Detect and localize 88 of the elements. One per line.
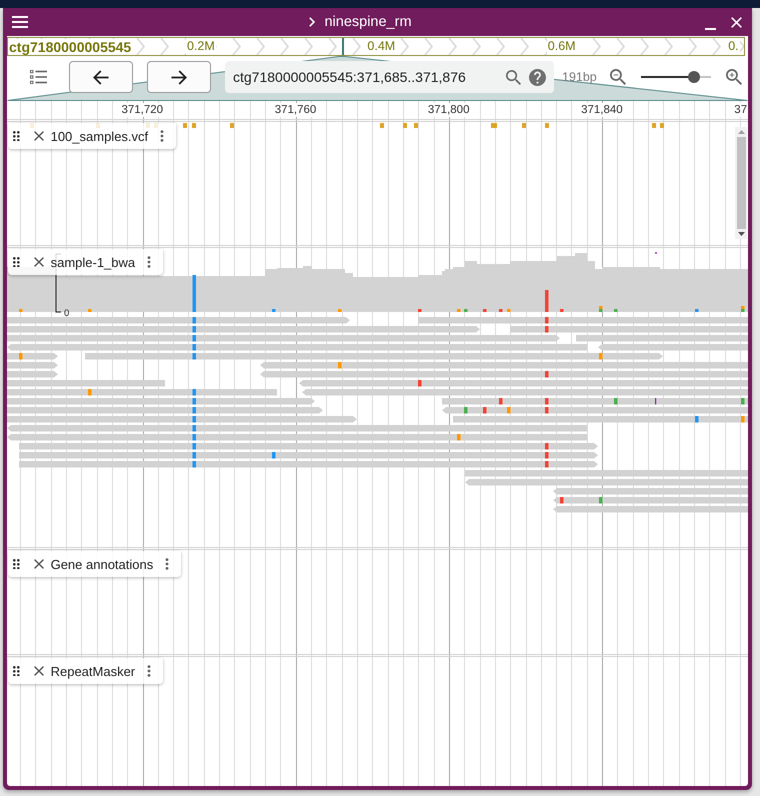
ruler-tick-label: 371,840: [581, 103, 623, 117]
track-name: 100_samples.vcf: [50, 128, 148, 144]
more-options-icon[interactable]: [160, 130, 164, 142]
mismatch-mark: [19, 353, 22, 360]
scale-tick-label: 0.6M: [546, 38, 577, 55]
more-options-icon[interactable]: [165, 558, 170, 570]
variant-marker: [491, 123, 497, 128]
mismatch-mark: [599, 497, 602, 504]
close-icon[interactable]: [34, 257, 44, 267]
track-name: RepeatMasker: [50, 664, 136, 678]
drag-handle-icon[interactable]: [13, 666, 20, 676]
drag-handle-icon[interactable]: [13, 256, 20, 268]
mismatch-mark: [457, 434, 460, 440]
chevron-right-icon[interactable]: [309, 17, 316, 27]
scale-label: 0: [64, 308, 70, 319]
mismatch-mark: [272, 452, 276, 458]
scroll-down-icon[interactable]: [738, 232, 744, 236]
variant-marker: [522, 123, 526, 128]
mismatch-mark: [483, 309, 486, 312]
help-icon[interactable]: [529, 68, 546, 86]
scale-tick-label: 0.4M: [366, 38, 396, 55]
mismatch-mark: [464, 407, 468, 414]
overview-scale-bar[interactable]: ctg7180000005545 0.2M 0.4M 0.6M 0.: [7, 37, 745, 56]
zoom-in-icon[interactable]: [726, 69, 742, 85]
menu-icon[interactable]: [12, 16, 28, 28]
variant-marker: [414, 123, 418, 128]
mismatch-mark: [418, 309, 422, 312]
mismatch-mark: [272, 309, 276, 312]
mismatch-mark: [741, 398, 744, 404]
view-position-marker: [342, 38, 344, 55]
mismatch-mark: [614, 398, 618, 404]
mismatch-mark: [338, 362, 342, 368]
mismatch-mark: [338, 309, 342, 312]
drag-handle-icon[interactable]: [13, 558, 20, 570]
mismatch-mark: [545, 290, 548, 312]
variant-marker: [652, 123, 656, 128]
mismatch-mark: [695, 309, 698, 312]
view-span-text: 191bp: [562, 70, 597, 84]
arrow-right-icon: [171, 70, 187, 84]
variant-marker: [660, 123, 664, 128]
track-name: sample-1_bwa: [50, 254, 136, 270]
ruler-tick-label: 371,760: [274, 103, 316, 117]
arrow-left-icon: [93, 70, 109, 84]
track-name: Gene annotations: [50, 556, 154, 572]
vertical-scrollbar[interactable]: [735, 127, 747, 239]
mismatch-mark: [499, 309, 502, 312]
close-icon[interactable]: [34, 666, 44, 676]
variant-marker: [545, 123, 549, 128]
scrollbar-thumb[interactable]: [736, 137, 746, 229]
slider-thumb[interactable]: [688, 71, 700, 83]
mismatch-mark: [545, 371, 548, 378]
ruler-tick-label: 371,800: [428, 103, 470, 117]
mismatch-mark: [19, 309, 22, 312]
window-title: ninespine_rm: [324, 14, 412, 30]
close-icon[interactable]: [34, 559, 44, 569]
scale-tick-label: 0.: [727, 38, 740, 55]
zoom-out-icon[interactable]: [610, 69, 626, 85]
list-icon[interactable]: [30, 70, 47, 84]
variant-marker: [230, 123, 234, 128]
more-options-icon[interactable]: [147, 665, 152, 677]
mismatch-mark: [614, 309, 618, 312]
more-options-icon[interactable]: [147, 256, 152, 268]
forward-button[interactable]: [147, 61, 211, 93]
variant-marker: [183, 123, 187, 128]
mismatch-mark: [560, 497, 564, 504]
mismatch-mark: [655, 398, 656, 404]
variant-marker: [192, 123, 196, 128]
mismatch-mark: [741, 416, 744, 422]
scale-tick-label: 0.2M: [186, 38, 216, 55]
mismatch-mark: [88, 309, 92, 312]
close-icon[interactable]: [34, 131, 44, 141]
back-button[interactable]: [69, 61, 133, 93]
mismatch-mark: [88, 389, 92, 396]
drag-handle-icon[interactable]: [13, 130, 20, 142]
variant-marker: [403, 123, 407, 128]
mismatch-mark: [560, 309, 564, 312]
variant-marker: [380, 123, 384, 128]
contig-name: ctg7180000005545: [8, 38, 134, 54]
mismatch-mark: [599, 353, 602, 360]
ruler-tick-label: 371,720: [122, 103, 164, 117]
search-icon[interactable]: [506, 70, 521, 84]
ruler-tick-label: 37: [734, 103, 748, 117]
mismatch-mark: [418, 380, 422, 386]
mismatch-mark: [507, 309, 510, 312]
mismatch-mark: [695, 416, 698, 422]
mismatch-mark: [192, 275, 196, 312]
location-field[interactable]: ctg7180000005545:371,685..371,876: [225, 61, 554, 93]
mismatch-mark: [483, 407, 486, 414]
